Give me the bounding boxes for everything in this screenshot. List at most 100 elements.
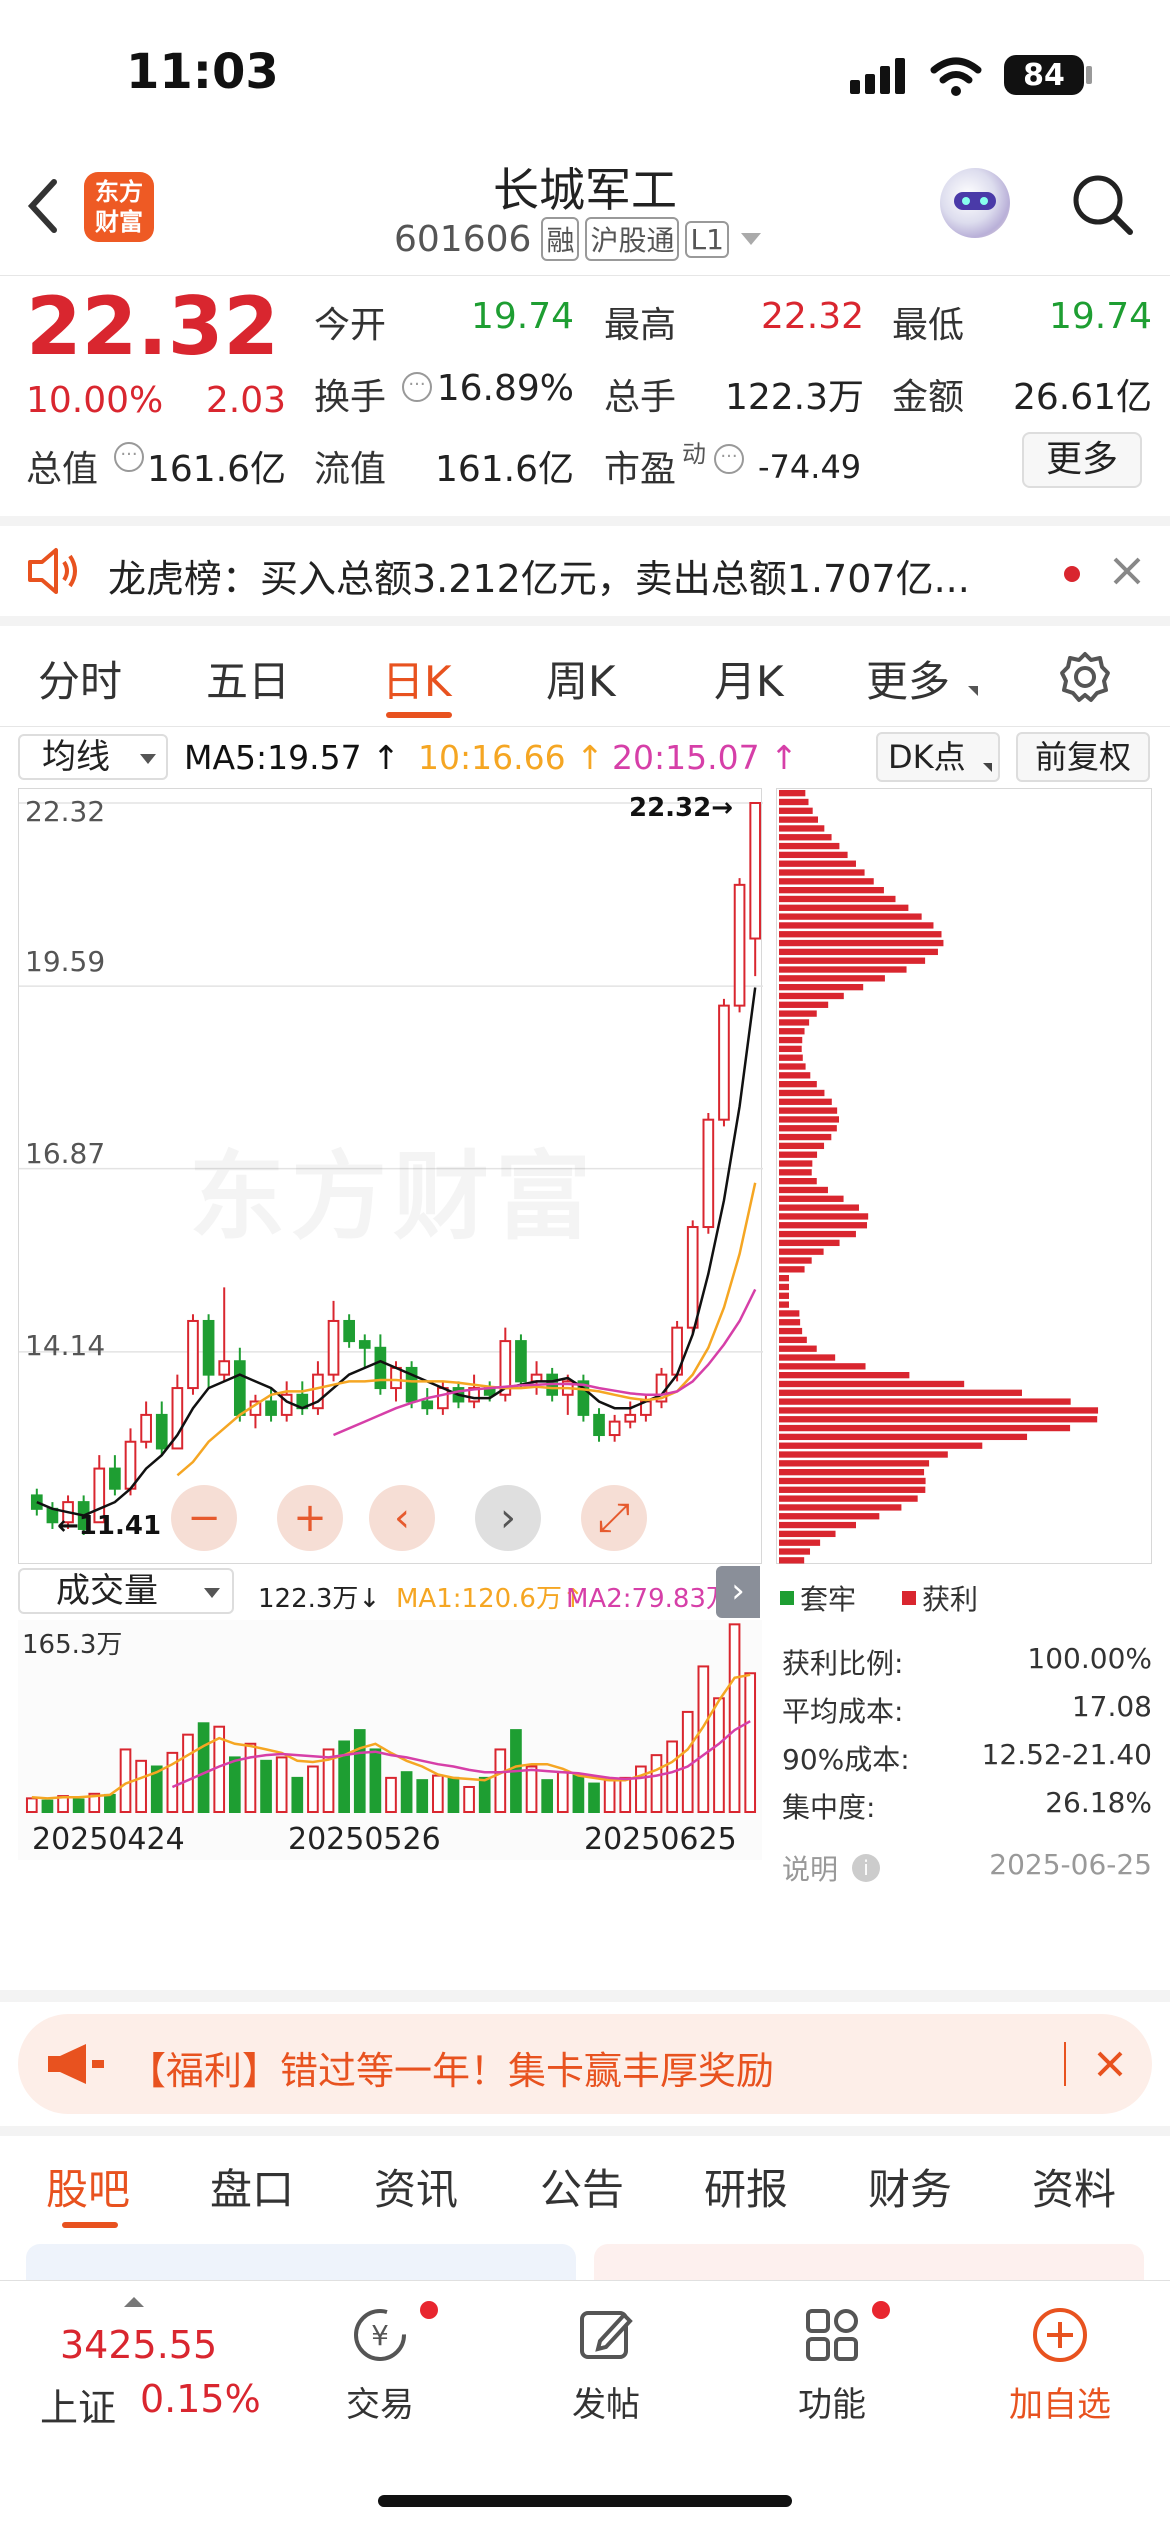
chip-bar	[779, 1045, 802, 1053]
trapped-swatch	[780, 1591, 794, 1605]
chip-bar	[779, 1319, 801, 1326]
dragon-tiger-notice[interactable]: 龙虎榜：买入总额3.212亿元，卖出总额1.707亿...	[0, 526, 1170, 616]
dk-point-button[interactable]: DK点	[876, 732, 1000, 782]
volume-label: 总手	[604, 377, 677, 418]
chip-bar	[779, 798, 809, 806]
chip-bar	[779, 842, 840, 850]
index-name: 上证	[40, 2386, 117, 2430]
tab-finance[interactable]: 财务	[868, 2156, 952, 2217]
chip-bar	[779, 1424, 1071, 1432]
volume-bar	[307, 1765, 319, 1813]
volume-bar	[713, 1697, 725, 1813]
close-icon[interactable]	[1112, 556, 1142, 586]
tab-research[interactable]: 研报	[704, 2156, 788, 2217]
tab-forum[interactable]: 股吧	[46, 2156, 130, 2217]
float-value-label: 流值	[314, 449, 387, 490]
stock-code-row[interactable]: 601606 融 沪股通 L1	[394, 216, 761, 262]
chip-bar	[779, 1275, 789, 1282]
chip-bar	[779, 807, 813, 814]
volume-bar	[619, 1776, 632, 1813]
chip-bar	[779, 1239, 840, 1247]
chip-bar	[779, 790, 806, 797]
scroll-right-button[interactable]: ›	[475, 1485, 541, 1551]
badge-margin: 融	[541, 217, 580, 261]
expand-panel-button[interactable]: ›	[716, 1566, 760, 1618]
volume-bar	[697, 1665, 710, 1814]
chip-bar	[779, 1257, 812, 1264]
candle-body	[109, 1467, 121, 1490]
chip-bar	[779, 887, 884, 894]
candle-body	[265, 1400, 277, 1416]
nav-functions[interactable]: 功能	[772, 2301, 892, 2431]
low-label: 最低	[892, 305, 965, 346]
volume-bar	[681, 1710, 694, 1813]
chip-bar	[779, 1036, 803, 1044]
volume-bar	[478, 1776, 491, 1813]
promo-text: 【福利】错过等一年！集卡赢丰厚奖励	[128, 2049, 775, 2093]
pe-info-icon[interactable]: ···	[714, 444, 744, 474]
more-button[interactable]: 更多	[1022, 432, 1142, 488]
chip-bar	[779, 1107, 838, 1114]
nav-post[interactable]: 发帖	[546, 2301, 666, 2431]
ma10-value: 10:16.66 ↑	[418, 738, 604, 777]
chip-note-row[interactable]: 说明 i 2025-06-25	[782, 1848, 1152, 1888]
promo-banner[interactable]: 【福利】错过等一年！集卡赢丰厚奖励	[18, 2014, 1152, 2114]
fullscreen-button[interactable]: ⤢	[581, 1485, 647, 1551]
volume-bar	[525, 1765, 538, 1813]
chip-bar	[779, 1222, 868, 1229]
trapped-label: 套牢	[800, 1583, 857, 1616]
tab-intraday[interactable]: 分时	[38, 648, 122, 709]
candle-body	[437, 1387, 449, 1410]
volume-bar	[744, 1672, 757, 1814]
dropdown-icon[interactable]	[740, 233, 761, 245]
chip-bar	[779, 825, 825, 832]
indicator-select[interactable]: 均线	[18, 734, 168, 780]
signal-icon	[850, 58, 912, 94]
tab-order-book[interactable]: 盘口	[210, 2156, 294, 2217]
candle-body	[686, 1226, 699, 1329]
chip-bar	[779, 913, 922, 920]
chip-bar	[779, 1336, 807, 1344]
tab-five-day[interactable]: 五日	[206, 648, 290, 709]
tab-announcements[interactable]: 公告	[540, 2156, 624, 2217]
candle-body	[608, 1420, 621, 1437]
adjust-button[interactable]: 前复权	[1016, 732, 1150, 782]
battery-level: 84	[1023, 57, 1065, 93]
chip-bar	[779, 1169, 812, 1176]
chip-bar	[779, 1266, 805, 1273]
amount-label: 金额	[892, 377, 965, 418]
nav-add-watchlist[interactable]: 加自选	[990, 2301, 1130, 2431]
tab-monthly-k[interactable]: 月K	[714, 648, 784, 709]
index-ticker[interactable]: 3425.55 上证 0.15%	[36, 2291, 261, 2441]
tab-profile[interactable]: 资料	[1032, 2156, 1116, 2217]
chip-bar	[779, 904, 909, 911]
search-icon[interactable]	[1070, 172, 1136, 238]
chip-bar	[779, 1204, 859, 1211]
home-indicator	[378, 2495, 792, 2507]
volume-bar	[463, 1785, 475, 1813]
zoom-out-button[interactable]: −	[171, 1485, 237, 1551]
promo-close-icon[interactable]	[1096, 2050, 1124, 2078]
bottom-bar: 3425.55 上证 0.15% ¥ 交易 发帖 功能 加自选	[0, 2280, 1170, 2532]
tab-weekly-k[interactable]: 周K	[546, 648, 616, 709]
volume-chart[interactable]: 165.3万 20250424 20250526 20250625	[18, 1620, 762, 1860]
gear-icon[interactable]	[1058, 650, 1112, 704]
tab-more[interactable]: 更多	[866, 648, 950, 709]
scroll-left-button[interactable]: ‹	[369, 1485, 435, 1551]
chip-bar	[779, 869, 865, 876]
x-tick-0: 20250424	[32, 1822, 185, 1857]
zoom-in-button[interactable]: +	[277, 1485, 343, 1551]
candle-body	[702, 1118, 715, 1229]
info-icon: i	[852, 1854, 881, 1882]
candle-body	[124, 1440, 137, 1490]
robot-avatar-icon[interactable]	[940, 168, 1010, 238]
tab-news[interactable]: 资讯	[374, 2156, 458, 2217]
volume-select[interactable]: 成交量	[18, 1568, 234, 1614]
volume-value: 122.3万	[724, 377, 864, 418]
kline-chart[interactable]: 东方财富 22.32 19.59 16.87 14.14 22.32→ ←11.…	[18, 788, 763, 1564]
speaker-icon	[26, 546, 82, 596]
trade-icon: ¥	[350, 2305, 410, 2365]
nav-trade[interactable]: ¥ 交易	[320, 2301, 440, 2431]
volume-bar	[72, 1798, 85, 1813]
tab-daily-k[interactable]: 日K	[382, 648, 452, 709]
